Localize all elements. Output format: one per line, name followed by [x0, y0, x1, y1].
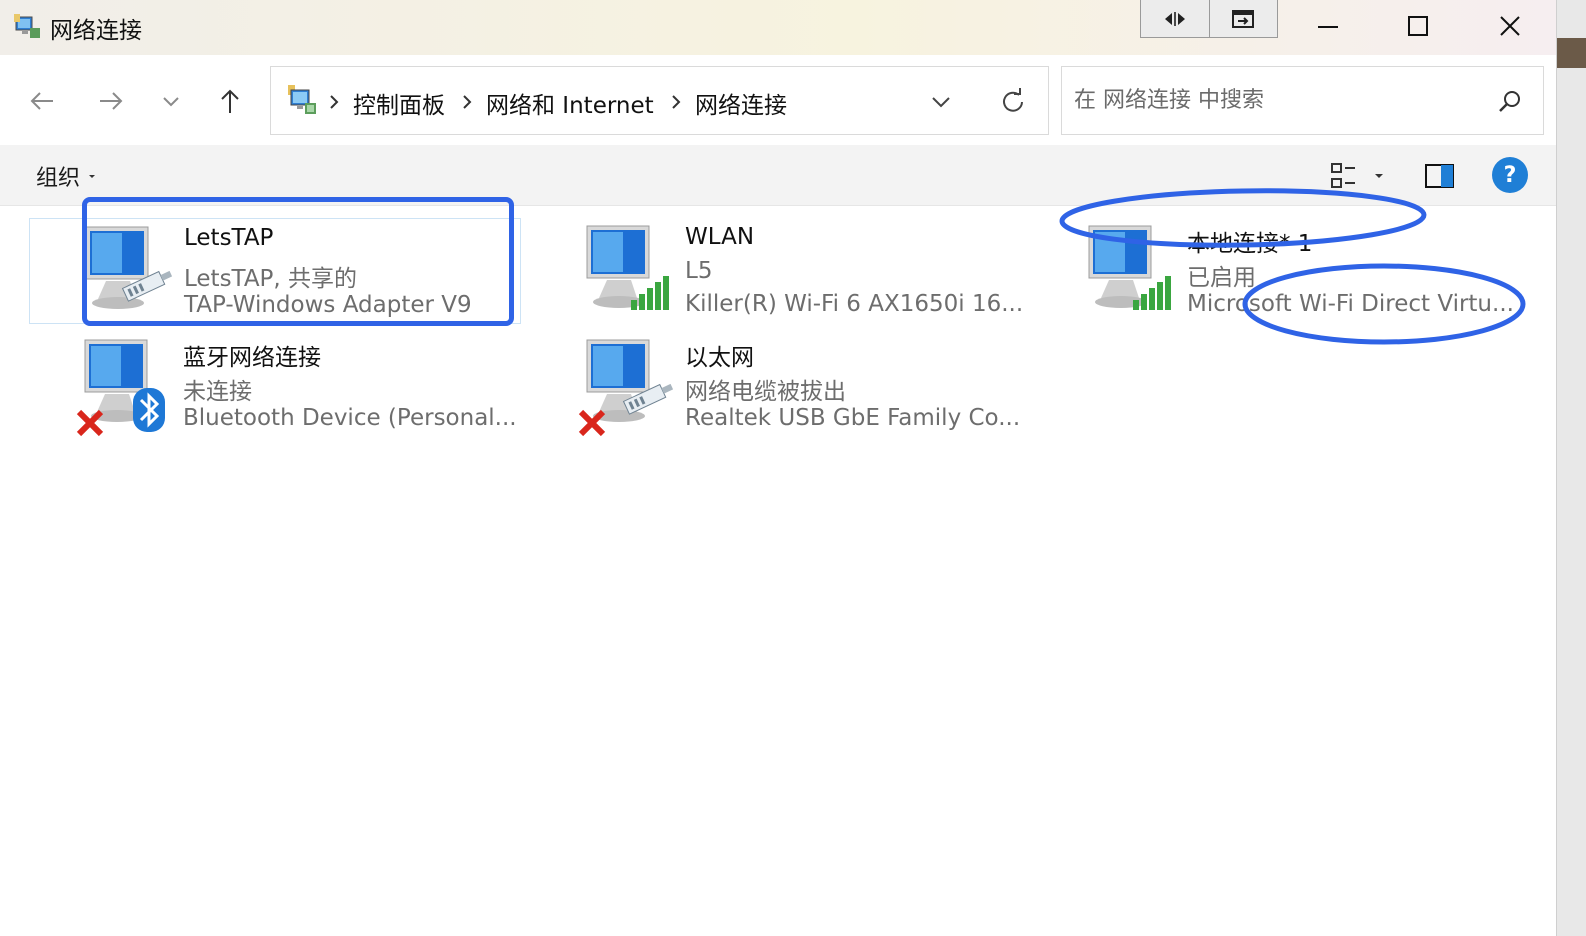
snap-toolbar	[1140, 0, 1278, 38]
wifi-signal-icon	[1088, 225, 1171, 310]
refresh-icon[interactable]	[996, 85, 1030, 119]
maximize-icon	[1408, 16, 1428, 36]
organize-label: 组织	[36, 166, 81, 191]
connection-status: 网络电缆被拔出	[685, 379, 846, 405]
breadcrumb-separator-icon[interactable]	[458, 91, 476, 113]
connection-device: TAP-Windows Adapter V9	[184, 292, 472, 318]
minimize-icon	[1318, 26, 1338, 28]
resize-arrows-icon	[1164, 11, 1185, 26]
search-input[interactable]	[1074, 82, 1474, 118]
maximize-button[interactable]	[1373, 0, 1463, 52]
close-icon	[1500, 16, 1520, 36]
recent-locations-button[interactable]	[153, 83, 189, 119]
connection-status: 未连接	[183, 379, 252, 405]
connection-status: 已启用	[1187, 265, 1256, 291]
breadcrumb-separator-icon	[330, 95, 339, 109]
command-bar: 组织 ?	[0, 145, 1556, 206]
background-window-edge	[1556, 0, 1586, 936]
connection-name: 本地连接* 1	[1187, 231, 1313, 257]
chevron-down-icon	[163, 97, 179, 107]
breadcrumb-separator-icon[interactable]	[667, 91, 685, 113]
address-bar[interactable]: 控制面板 网络和 Internet 网络连接	[270, 66, 1049, 135]
connection-item-local-1[interactable]: 本地连接* 1 已启用 Microsoft Wi-Fi Direct Virtu…	[1033, 218, 1525, 324]
up-button[interactable]	[212, 83, 248, 119]
connection-name: LetsTAP	[184, 225, 274, 251]
network-connections-app-icon[interactable]	[12, 12, 42, 42]
connection-name: 蓝牙网络连接	[183, 345, 321, 371]
arrow-right-icon	[100, 92, 123, 110]
title-bar: 网络连接	[0, 0, 1556, 55]
window-title: 网络连接	[50, 18, 142, 44]
organize-menu-button[interactable]: 组织	[36, 160, 98, 192]
connections-view: LetsTAP LetsTAP, 共享的 TAP-Windows Adapter…	[0, 206, 1556, 936]
connection-name: WLAN	[685, 224, 755, 250]
address-history-dropdown-icon[interactable]	[926, 89, 956, 115]
help-button[interactable]: ?	[1492, 157, 1528, 193]
connection-name: 以太网	[685, 345, 754, 371]
minimize-button[interactable]	[1283, 0, 1373, 52]
connection-item-bluetooth[interactable]: 蓝牙网络连接 未连接 Bluetooth Device (Personal...	[29, 332, 521, 438]
preview-pane-button[interactable]	[1422, 159, 1458, 193]
disconnected-x-icon	[76, 409, 104, 437]
disconnected-x-icon	[578, 409, 606, 437]
connection-device: Microsoft Wi-Fi Direct Virtu...	[1187, 291, 1514, 317]
connection-device: Killer(R) Wi-Fi 6 AX1650i 16...	[685, 291, 1024, 317]
snap-resize-button[interactable]	[1141, 0, 1210, 37]
back-button[interactable]	[24, 83, 60, 119]
navigation-bar: 控制面板 网络和 Internet 网络连接	[0, 55, 1556, 145]
breadcrumb-network-connections[interactable]: 网络连接	[695, 86, 787, 120]
snap-layout-button[interactable]	[1210, 0, 1278, 37]
window-layout-icon	[1232, 9, 1255, 28]
search-icon[interactable]	[1492, 85, 1526, 119]
wifi-signal-icon	[586, 225, 669, 310]
dropdown-arrow-icon	[89, 175, 96, 178]
breadcrumb-control-panel[interactable]: 控制面板	[353, 86, 445, 120]
change-view-button[interactable]	[1326, 159, 1390, 193]
connection-status: LetsTAP, 共享的	[184, 266, 358, 292]
breadcrumb-network-internet[interactable]: 网络和 Internet	[486, 86, 654, 120]
connection-device: Bluetooth Device (Personal...	[183, 405, 517, 431]
connection-item-ethernet[interactable]: 以太网 网络电缆被拔出 Realtek USB GbE Family Co...	[531, 332, 1023, 438]
arrow-left-icon	[30, 92, 53, 110]
forward-button[interactable]	[93, 83, 129, 119]
control-panel-icon	[288, 85, 316, 114]
connection-item-wlan[interactable]: WLAN L5 Killer(R) Wi-Fi 6 AX1650i 16...	[531, 218, 1023, 324]
search-box[interactable]	[1061, 66, 1544, 135]
connection-device: Realtek USB GbE Family Co...	[685, 405, 1021, 431]
connection-status: L5	[685, 258, 713, 284]
close-button[interactable]	[1465, 0, 1555, 52]
arrow-up-icon	[221, 89, 239, 113]
cable-adapter-icon	[85, 226, 173, 309]
background-thumbnail	[1557, 38, 1586, 68]
connection-item-letstap[interactable]: LetsTAP LetsTAP, 共享的 TAP-Windows Adapter…	[29, 218, 521, 324]
